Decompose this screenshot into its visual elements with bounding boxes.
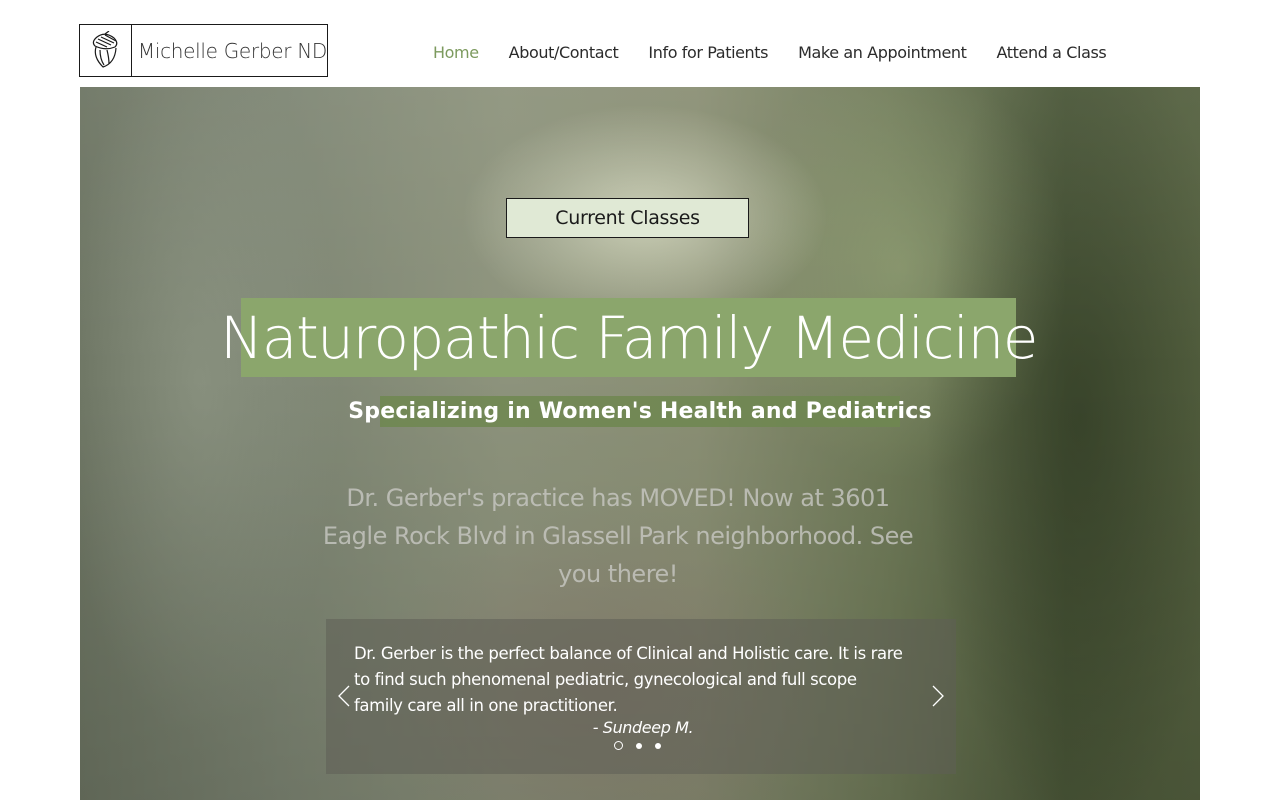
hero-title-banner: Naturopathic Family Medicine: [220, 298, 1038, 377]
nav-attend-class[interactable]: Attend a Class: [982, 43, 1122, 62]
slider-next-arrow-icon[interactable]: [928, 681, 948, 711]
testimonial-quote: Dr. Gerber is the perfect balance of Cli…: [354, 644, 903, 715]
slider-prev-arrow-icon[interactable]: [334, 681, 354, 711]
hero-subtitle-banner: Specializing in Women's Health and Pedia…: [348, 396, 932, 427]
moved-notice: Dr. Gerber's practice has MOVED! Now at …: [322, 484, 914, 588]
testimonial-slider: Dr. Gerber is the perfect balance of Cli…: [326, 619, 956, 774]
slider-dots: [614, 741, 661, 750]
slider-dot[interactable]: [636, 742, 642, 749]
acorn-icon: [80, 25, 132, 76]
hero-title: Naturopathic Family Medicine: [220, 303, 1038, 372]
nav-info-for-patients[interactable]: Info for Patients: [633, 43, 783, 62]
main-nav: Home About/Contact Info for Patients Mak…: [418, 38, 1121, 66]
nav-about-contact[interactable]: About/Contact: [494, 43, 634, 62]
nav-home[interactable]: Home: [418, 43, 494, 62]
current-classes-button[interactable]: Current Classes: [506, 198, 749, 238]
hero-section: Current Classes Naturopathic Family Medi…: [80, 87, 1200, 800]
slider-dot[interactable]: [614, 741, 623, 750]
slider-dot[interactable]: [655, 742, 661, 749]
nav-make-appointment[interactable]: Make an Appointment: [783, 43, 981, 62]
hero-subtitle: Specializing in Women's Health and Pedia…: [348, 399, 932, 424]
site-logo[interactable]: Michelle Gerber ND: [79, 24, 328, 77]
site-title: Michelle Gerber ND: [137, 38, 327, 63]
testimonial-author: - Sundeep M.: [592, 718, 694, 737]
